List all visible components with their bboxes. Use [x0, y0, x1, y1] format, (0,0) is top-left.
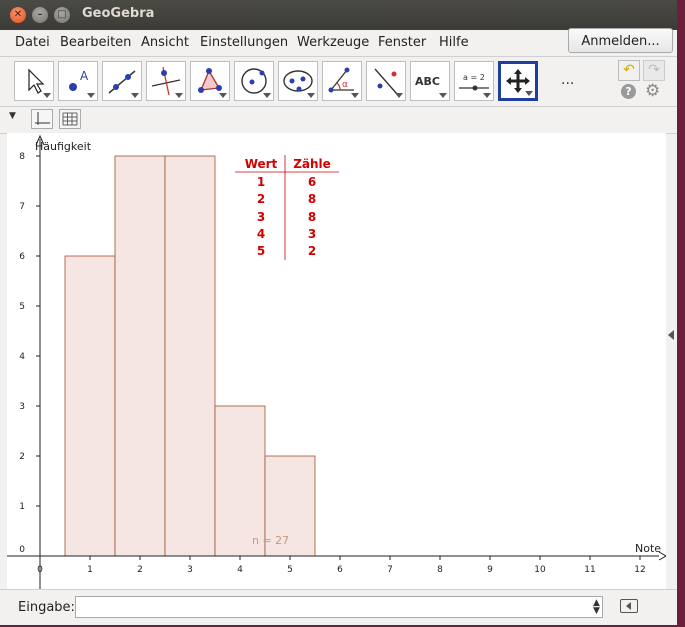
table-header-zaehle: Zähle	[293, 157, 331, 171]
table-cell: 2	[308, 244, 316, 258]
toolbar: A α ABC a = 2	[0, 56, 677, 106]
login-button[interactable]: Anmelden...	[568, 28, 673, 53]
grid-icon	[62, 112, 78, 126]
redo-button[interactable]: ↷	[643, 60, 665, 81]
svg-text:a = 2: a = 2	[463, 73, 485, 82]
input-label: Eingabe:	[18, 600, 75, 615]
y-axis-label: Häufigkeit	[35, 140, 92, 153]
x-tick-label: 3	[187, 565, 193, 575]
x-tick-label: 7	[387, 565, 393, 575]
svg-text:ABC: ABC	[415, 75, 440, 88]
table-cell: 3	[308, 227, 316, 241]
x-tick-label: 12	[634, 565, 645, 575]
tool-slider[interactable]: a = 2	[454, 61, 494, 101]
table-cell: 4	[257, 227, 265, 241]
menu-bearbeiten[interactable]: Bearbeiten	[60, 35, 131, 50]
y-tick-label: 6	[19, 252, 25, 262]
histogram-chart: 0 1 2 3 4 5 6 7 8 9 10 11 12012345678 Häufigkeit Not…	[7, 134, 668, 589]
virtual-keyboard-icon[interactable]	[620, 599, 638, 613]
svg-text:A: A	[80, 69, 89, 83]
style-bar: ▼	[0, 106, 677, 134]
x-tick-label: 5	[287, 565, 293, 575]
toggle-grid-button[interactable]	[59, 109, 81, 129]
y-tick-label: 5	[19, 302, 25, 312]
close-window-button[interactable]: ✕	[10, 7, 26, 23]
table-cell: 8	[308, 192, 316, 206]
table-cell: 6	[308, 175, 316, 189]
menu-werkzeuge[interactable]: Werkzeuge	[297, 35, 369, 50]
input-bar: Eingabe: ▲ ▼	[0, 589, 677, 625]
table-cell: 5	[257, 244, 265, 258]
axes-icon	[35, 112, 50, 125]
help-icon[interactable]: ?	[621, 84, 636, 99]
expand-panel-icon[interactable]	[668, 330, 674, 340]
y-tick-label: 4	[19, 352, 25, 362]
style-bar-toggle-icon[interactable]: ▼	[9, 111, 16, 121]
histogram-bar	[114, 155, 166, 557]
menu-datei[interactable]: Datei	[15, 35, 50, 50]
x-tick-label: 11	[584, 565, 595, 575]
maximize-window-button[interactable]: □	[54, 7, 70, 23]
sample-size-label: n = 27	[252, 534, 289, 547]
undo-button[interactable]: ↶	[618, 60, 640, 81]
x-tick-label: 1	[87, 565, 93, 575]
x-tick-label: 2	[137, 565, 143, 575]
table-cell: 2	[257, 192, 265, 206]
frequency-table: Wert Zähle 1 6 2 8 3 8 4 3 5 2	[235, 155, 339, 260]
table-cell: 8	[308, 210, 316, 224]
tool-point[interactable]: A	[58, 61, 98, 101]
tool-angle[interactable]: α	[322, 61, 362, 101]
menu-fenster[interactable]: Fenster	[378, 35, 426, 50]
menu-ansicht[interactable]: Ansicht	[141, 35, 189, 50]
undo-icon: ↶	[623, 62, 635, 78]
window-title: GeoGebra	[82, 6, 155, 21]
geogebra-window: ✕ – □ GeoGebra Datei Bearbeiten Ansicht …	[0, 0, 678, 625]
y-tick-label: 0	[19, 545, 25, 555]
x-tick-label: 4	[237, 565, 243, 575]
tool-move-graphics-view[interactable]	[498, 61, 538, 101]
y-tick-label: 7	[19, 202, 25, 212]
menu-einstellungen[interactable]: Einstellungen	[200, 35, 288, 50]
menu-hilfe[interactable]: Hilfe	[439, 35, 469, 50]
input-history-icon[interactable]: ▲ ▼	[593, 599, 600, 616]
svg-text:α: α	[342, 80, 348, 90]
table-header-wert: Wert	[245, 157, 278, 171]
tool-ellipse[interactable]	[278, 61, 318, 101]
tool-move[interactable]	[14, 61, 54, 101]
tool-reflect[interactable]	[366, 61, 406, 101]
redo-icon: ↷	[648, 62, 660, 78]
toggle-axes-button[interactable]	[31, 109, 53, 129]
tool-line[interactable]	[102, 61, 142, 101]
histogram-bar	[164, 155, 216, 557]
input-field[interactable]	[75, 596, 603, 618]
tool-circle[interactable]	[234, 61, 274, 101]
x-tick-label: 10	[534, 565, 546, 575]
tool-text[interactable]: ABC	[410, 61, 450, 101]
table-cell: 3	[257, 210, 265, 224]
minimize-window-button[interactable]: –	[32, 7, 48, 23]
x-tick-label: 8	[437, 565, 443, 575]
histogram-bar	[64, 255, 116, 557]
x-tick-label: 6	[337, 565, 343, 575]
y-tick-label: 1	[19, 502, 25, 512]
y-tick-label: 8	[19, 152, 25, 162]
title-bar: ✕ – □ GeoGebra	[0, 0, 677, 30]
tool-polygon[interactable]	[190, 61, 230, 101]
tool-perpendicular[interactable]	[146, 61, 186, 101]
y-tick-label: 2	[19, 452, 25, 462]
x-axis-label: Note	[635, 542, 661, 555]
table-cell: 1	[257, 175, 265, 189]
gear-icon[interactable]: ⚙	[645, 82, 660, 100]
x-tick-label: 9	[487, 565, 493, 575]
graphics-view[interactable]: 0 1 2 3 4 5 6 7 8 9 10 11 12 0 1 2 3 4 5 6 7 8 Häufigkeit Not…	[7, 133, 668, 589]
y-tick-label: 3	[19, 402, 25, 412]
x-tick-label: 0	[37, 565, 43, 575]
more-tools-indicator[interactable]: ...	[561, 72, 574, 88]
